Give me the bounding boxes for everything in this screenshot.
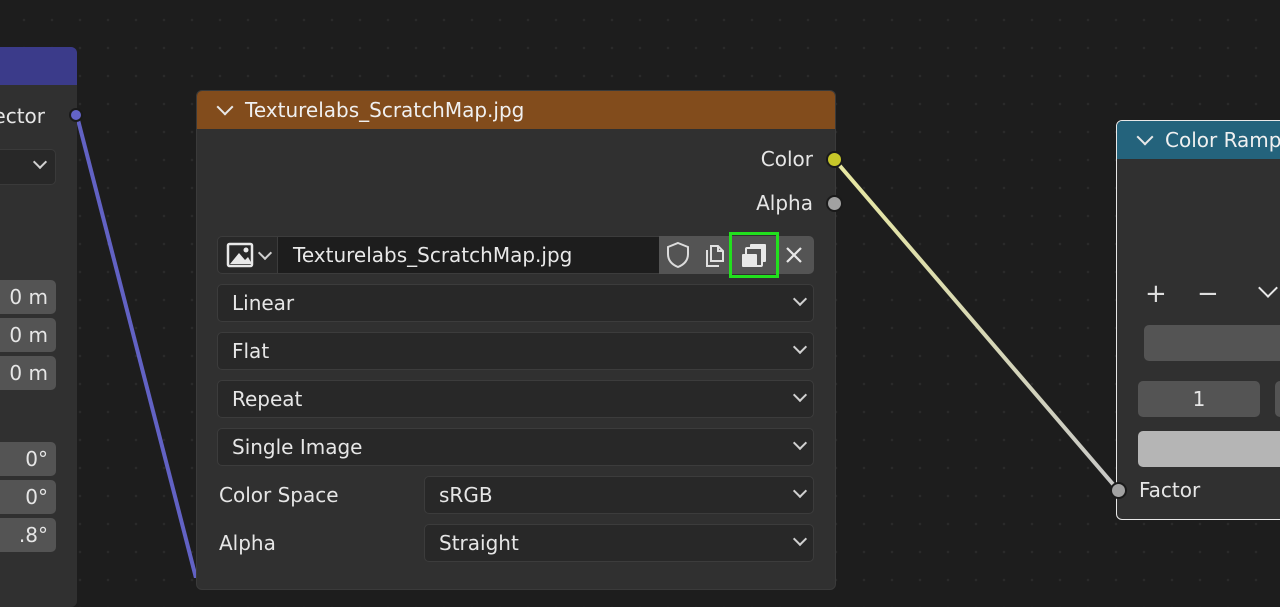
location-y-field[interactable]: 0 m (0, 318, 56, 352)
alpha-output-socket[interactable] (826, 195, 843, 212)
chevron-down-icon (792, 339, 808, 355)
vector-output-label: Vector (0, 104, 45, 128)
duplicate-icon (706, 245, 724, 267)
factor-input-label: Factor (1139, 478, 1201, 502)
stop-color-swatch[interactable] (1138, 431, 1280, 467)
collapse-chevron-icon[interactable] (1136, 128, 1154, 146)
extension-dropdown[interactable]: Repeat (217, 380, 814, 418)
fake-user-button[interactable] (659, 236, 697, 274)
chevron-down-icon (792, 435, 808, 451)
rotation-x-field[interactable]: 0° (0, 442, 56, 476)
ramp-node-header[interactable]: Color Ramp (1117, 121, 1280, 159)
vector-output-socket[interactable] (69, 108, 83, 122)
alpha-mode-value: Straight (439, 531, 519, 555)
mapping-type-dropdown[interactable] (0, 149, 56, 185)
color-output-socket[interactable] (826, 151, 843, 168)
source-dropdown[interactable]: Single Image (217, 428, 814, 466)
interpolation-value: Linear (232, 291, 295, 315)
image-node-header[interactable]: Texturelabs_ScratchMap.jpg (197, 91, 835, 129)
interpolation-dropdown[interactable]: Linear (217, 284, 814, 322)
extension-value: Repeat (232, 387, 303, 411)
vector-link (75, 115, 198, 578)
chevron-down-icon (32, 154, 48, 170)
chevron-down-icon (257, 245, 272, 260)
location-x-field[interactable]: 0 m (0, 280, 56, 314)
collapse-chevron-icon[interactable] (216, 98, 234, 116)
rotation-y-field[interactable]: 0° (0, 480, 56, 514)
chevron-down-icon (792, 291, 808, 307)
ramp-node-title: Color Ramp (1165, 128, 1280, 152)
color-link (832, 157, 1120, 492)
image-selector-row: Texturelabs_ScratchMap.jpg (217, 232, 814, 278)
image-browse-button[interactable] (217, 236, 278, 274)
stop-position-field[interactable] (1275, 381, 1280, 417)
rotation-z-field[interactable]: .8° (0, 518, 56, 552)
color-space-dropdown[interactable]: sRGB (424, 476, 814, 514)
projection-value: Flat (232, 339, 270, 363)
shield-icon (667, 241, 689, 269)
alpha-output-label: Alpha (756, 191, 813, 215)
factor-input-socket[interactable] (1110, 482, 1127, 499)
new-image-button[interactable] (697, 236, 735, 274)
chevron-down-icon (792, 531, 808, 547)
close-icon (785, 247, 802, 263)
location-z-field[interactable]: 0 m (0, 356, 56, 390)
chevron-down-icon[interactable] (1258, 278, 1278, 298)
image-texture-node[interactable]: Texturelabs_ScratchMap.jpg Color Alpha T… (196, 90, 836, 590)
stop-index-field[interactable]: 1 (1138, 381, 1260, 417)
color-ramp-node[interactable]: Color Ramp + − 1 Factor (1116, 120, 1280, 520)
add-stop-button[interactable]: + (1145, 279, 1167, 309)
alpha-mode-dropdown[interactable]: Straight (424, 524, 814, 562)
mapping-node-header[interactable] (0, 47, 77, 85)
source-value: Single Image (232, 435, 363, 459)
mapping-node[interactable]: Vector 0 m 0 m 0 m 0° 0° .8° (0, 47, 77, 607)
image-type-icon (226, 242, 253, 268)
color-output-label: Color (760, 147, 813, 171)
pack-image-button[interactable] (735, 236, 773, 274)
image-name-field[interactable]: Texturelabs_ScratchMap.jpg (278, 236, 659, 274)
color-space-value: sRGB (439, 483, 493, 507)
chevron-down-icon (792, 483, 808, 499)
pack-image-icon (742, 244, 766, 267)
remove-stop-button[interactable]: − (1197, 279, 1219, 309)
chevron-down-icon (792, 387, 808, 403)
alpha-mode-label: Alpha (219, 531, 276, 555)
image-node-title: Texturelabs_ScratchMap.jpg (245, 98, 525, 122)
unlink-image-button[interactable] (773, 236, 814, 274)
color-space-label: Color Space (219, 483, 339, 507)
gradient-bar[interactable] (1144, 325, 1280, 361)
projection-dropdown[interactable]: Flat (217, 332, 814, 370)
